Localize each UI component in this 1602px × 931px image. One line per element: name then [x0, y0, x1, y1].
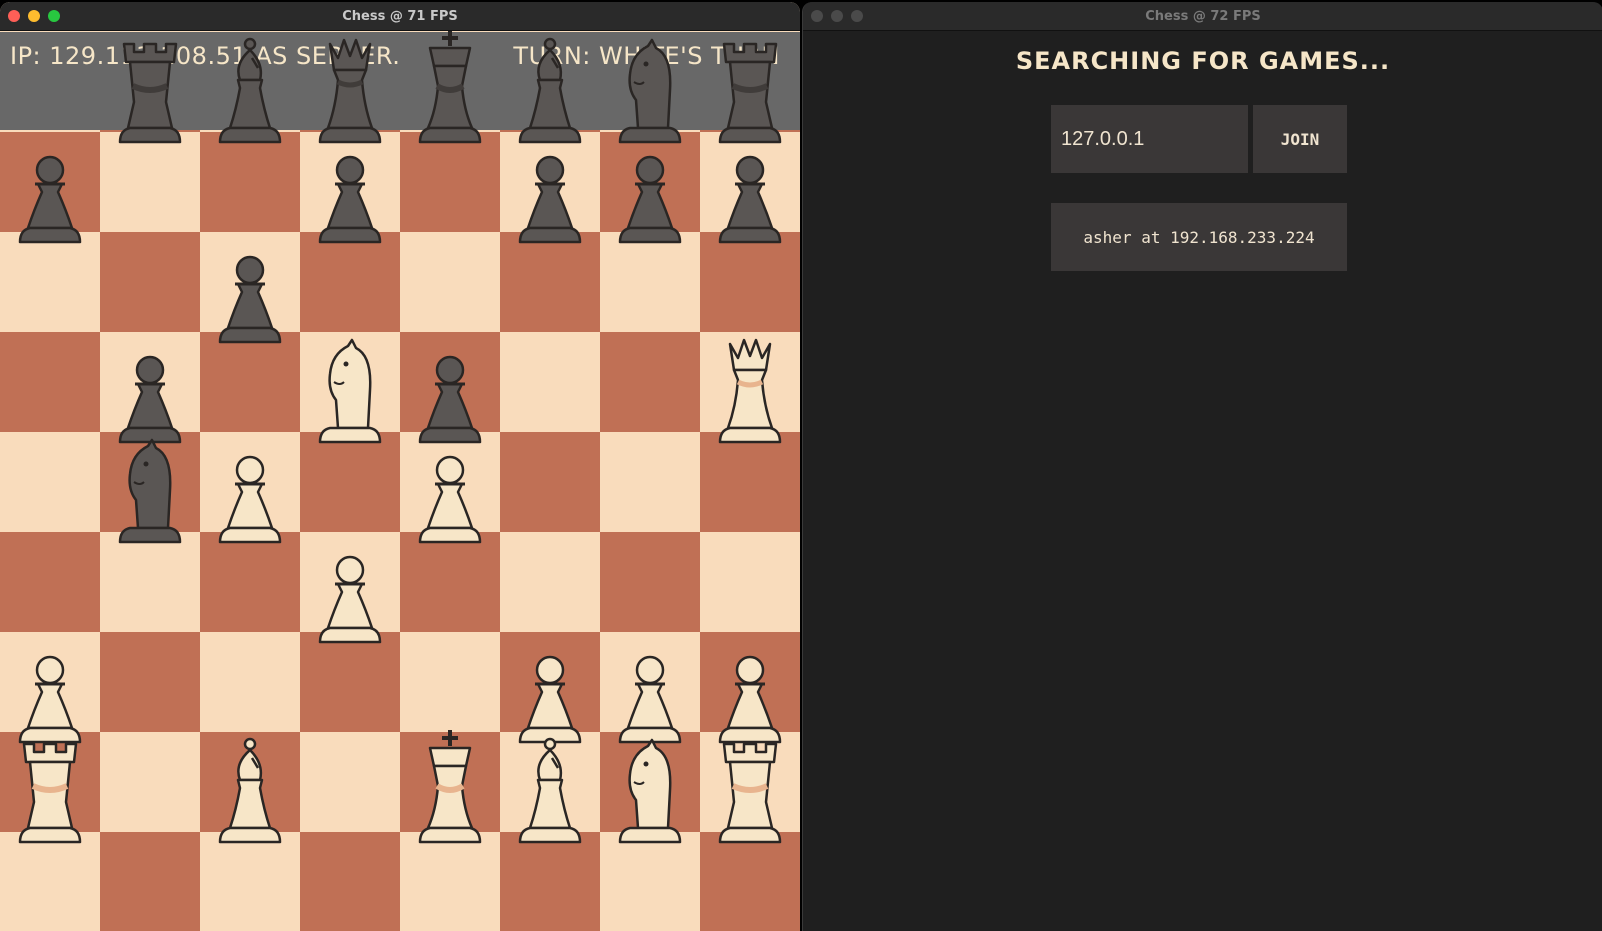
- black-pawn-piece[interactable]: [500, 130, 600, 250]
- black-bishop-piece[interactable]: [200, 30, 300, 150]
- black-king-piece[interactable]: [400, 30, 500, 150]
- white-knight-piece[interactable]: [300, 330, 400, 450]
- black-knight-piece[interactable]: [100, 430, 200, 550]
- titlebar[interactable]: Chess @ 71 FPS: [0, 2, 800, 31]
- black-rook-piece[interactable]: [100, 30, 200, 150]
- white-pawn-piece[interactable]: [300, 530, 400, 650]
- close-window-button[interactable]: [8, 10, 20, 22]
- board-pieces: [0, 30, 800, 931]
- ip-address-input[interactable]: [1051, 105, 1248, 173]
- window-title: Chess @ 72 FPS: [1145, 8, 1261, 24]
- white-rook-piece[interactable]: [700, 730, 800, 850]
- join-button[interactable]: JOIN: [1253, 105, 1347, 173]
- searching-heading: SEARCHING FOR GAMES...: [1015, 47, 1391, 75]
- window-controls: [8, 10, 60, 22]
- white-bishop-piece[interactable]: [500, 730, 600, 850]
- maximize-window-button[interactable]: [851, 10, 863, 22]
- close-window-button[interactable]: [811, 10, 823, 22]
- chess-server-window: IP: 129.113.108.51 AS SERVER. TURN: WHIT…: [0, 2, 800, 931]
- black-pawn-piece[interactable]: [600, 130, 700, 250]
- white-queen-piece[interactable]: [700, 330, 800, 450]
- found-game-item[interactable]: asher at 192.168.233.224: [1051, 203, 1347, 271]
- white-knight-piece[interactable]: [600, 730, 700, 850]
- titlebar[interactable]: Chess @ 72 FPS: [803, 2, 1602, 31]
- window-title: Chess @ 71 FPS: [342, 8, 458, 24]
- minimize-window-button[interactable]: [28, 10, 40, 22]
- white-king-piece[interactable]: [400, 730, 500, 850]
- white-rook-piece[interactable]: [0, 730, 100, 850]
- white-bishop-piece[interactable]: [200, 730, 300, 850]
- minimize-window-button[interactable]: [831, 10, 843, 22]
- window-controls: [811, 10, 863, 22]
- black-pawn-piece[interactable]: [200, 230, 300, 350]
- black-pawn-piece[interactable]: [0, 130, 100, 250]
- black-pawn-piece[interactable]: [300, 130, 400, 250]
- chess-client-window: Chess @ 72 FPS SEARCHING FOR GAMES... JO…: [802, 2, 1602, 931]
- maximize-window-button[interactable]: [48, 10, 60, 22]
- black-pawn-piece[interactable]: [700, 130, 800, 250]
- white-pawn-piece[interactable]: [400, 430, 500, 550]
- white-pawn-piece[interactable]: [200, 430, 300, 550]
